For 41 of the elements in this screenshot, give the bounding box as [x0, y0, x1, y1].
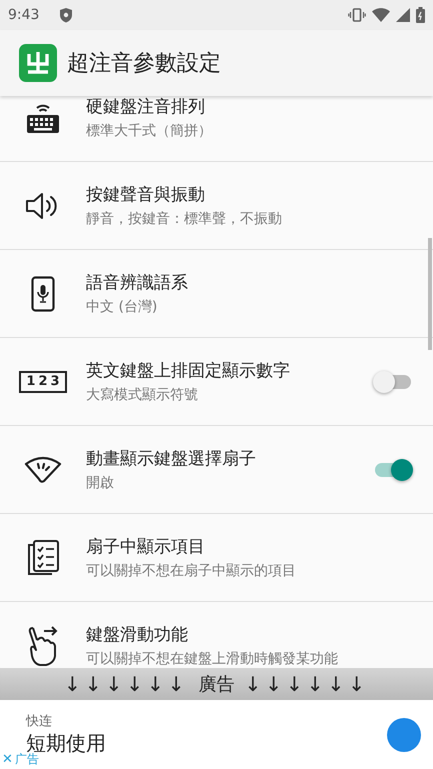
- toggle-switch[interactable]: [373, 370, 413, 394]
- settings-item[interactable]: 扇子中顯示項目 可以關掉不想在扇子中顯示的項目: [0, 514, 433, 602]
- setting-summary: 可以關掉不想在扇子中顯示的項目: [86, 562, 296, 580]
- ad-brand: 快连: [26, 713, 53, 730]
- keyboard-icon: [26, 102, 60, 134]
- setting-summary: 標準大千式（簡拼）: [86, 122, 212, 140]
- setting-title: 扇子中顯示項目: [86, 536, 205, 558]
- battery-icon: [416, 7, 425, 23]
- number-key-icon: 123: [19, 370, 67, 392]
- ad-label: 廣告: [198, 673, 234, 696]
- settings-item[interactable]: 硬鍵盤注音排列 標準大千式（簡拼）: [0, 96, 433, 162]
- setting-title: 英文鍵盤上排固定顯示數字: [86, 360, 290, 382]
- setting-title: 語音辨識語系: [86, 272, 188, 294]
- swipe-hand-icon: [28, 626, 58, 666]
- setting-summary: 可以關掉不想在鍵盤上滑動時觸發某功能: [86, 650, 338, 668]
- settings-item[interactable]: 動畫顯示鍵盤選擇扇子 開啟: [0, 426, 433, 514]
- signal-icon: [396, 8, 410, 22]
- setting-summary: 開啟: [86, 474, 114, 492]
- down-arrows: ↓↓↓↓↓↓: [64, 672, 188, 696]
- setting-summary: 中文 (台灣): [86, 298, 158, 316]
- setting-title: 動畫顯示鍵盤選擇扇子: [86, 448, 256, 470]
- settings-item[interactable]: 123 英文鍵盤上排固定顯示數字 大寫模式顯示符號: [0, 338, 433, 426]
- down-arrows: ↓↓↓↓↓↓: [244, 672, 370, 696]
- shield-icon: [59, 7, 74, 23]
- setting-summary: 大寫模式顯示符號: [86, 386, 198, 404]
- setting-title: 硬鍵盤注音排列: [86, 96, 205, 118]
- app-logo-icon: [19, 44, 57, 82]
- toggle-switch[interactable]: [373, 458, 413, 482]
- checklist-icon: [26, 540, 60, 576]
- vibrate-icon: [348, 8, 366, 22]
- status-time: 9:43: [8, 7, 40, 23]
- fan-icon: [24, 456, 62, 484]
- ad-tag: 广告: [14, 751, 39, 768]
- settings-item[interactable]: 按鍵聲音與振動 靜音，按鍵音：標準聲，不振動: [0, 162, 433, 250]
- phone-microphone-icon: [31, 276, 55, 312]
- ad-action-button[interactable]: [387, 718, 421, 752]
- app-title: 超注音參數設定: [67, 50, 221, 78]
- setting-title: 鍵盤滑動功能: [86, 624, 188, 646]
- setting-summary: 靜音，按鍵音：標準聲，不振動: [86, 210, 282, 228]
- wifi-icon: [372, 8, 390, 22]
- setting-title: 按鍵聲音與振動: [86, 184, 205, 206]
